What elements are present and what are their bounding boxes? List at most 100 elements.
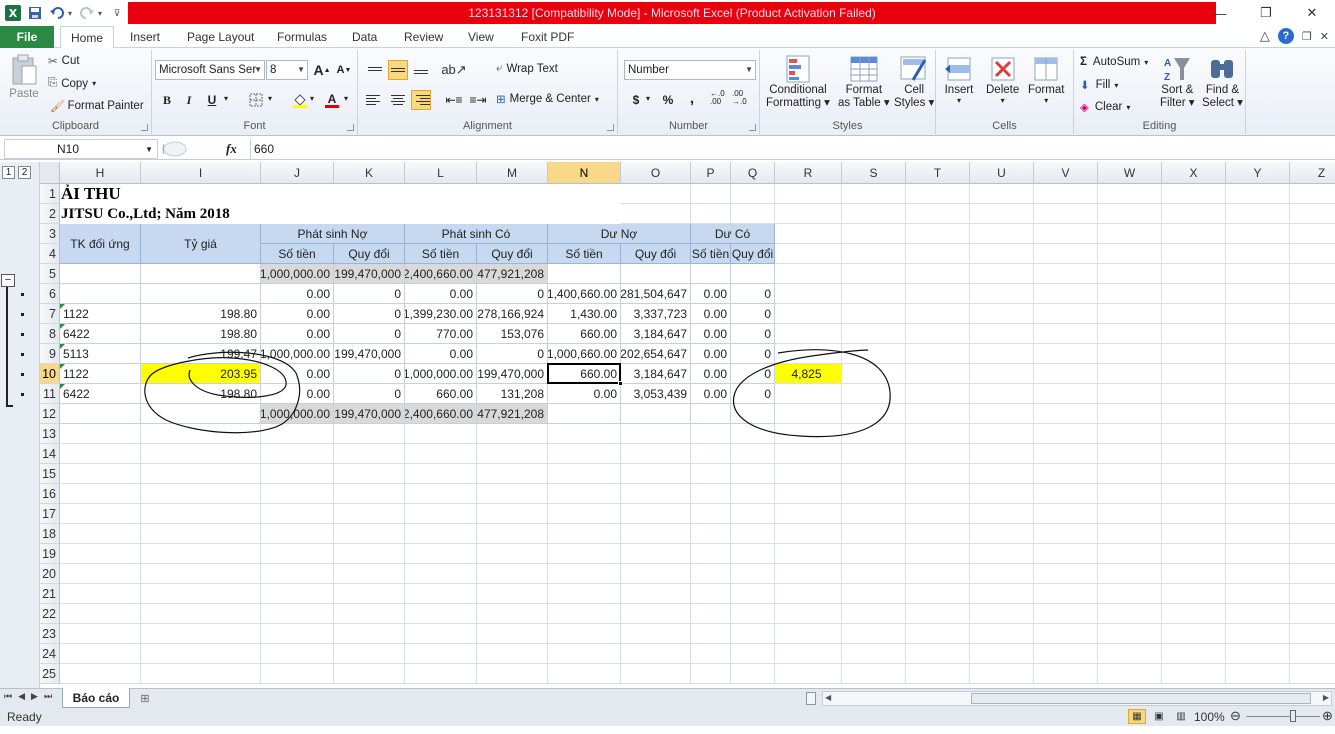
cell-w17[interactable]: [1098, 504, 1162, 524]
cell-r16[interactable]: [775, 484, 842, 504]
scroll-right-icon[interactable]: ▶: [1323, 693, 1329, 702]
conditional-formatting-button[interactable]: Conditional Formatting ▾: [766, 54, 830, 109]
cell-m11[interactable]: 131,208: [477, 384, 548, 404]
tab-data[interactable]: Data: [352, 26, 377, 48]
zoom-in-icon[interactable]: ⊕: [1322, 708, 1333, 724]
cell-r14[interactable]: [775, 444, 842, 464]
cell-i15[interactable]: [141, 464, 261, 484]
cell-x21[interactable]: [1162, 584, 1226, 604]
cell-j23[interactable]: [261, 624, 334, 644]
row-header-13[interactable]: 13: [40, 424, 60, 444]
cell-s11[interactable]: [842, 384, 906, 404]
cell-u22[interactable]: [970, 604, 1034, 624]
cell-x2[interactable]: [1162, 204, 1226, 224]
cell-i20[interactable]: [141, 564, 261, 584]
cell-x7[interactable]: [1162, 304, 1226, 324]
cell-y20[interactable]: [1226, 564, 1290, 584]
column-header-q[interactable]: Q: [731, 162, 775, 184]
cell-i25[interactable]: [141, 664, 261, 684]
cell-r22[interactable]: [775, 604, 842, 624]
cell-v18[interactable]: [1034, 524, 1098, 544]
cell-n19[interactable]: [548, 544, 621, 564]
cell-w11[interactable]: [1098, 384, 1162, 404]
autosum-button[interactable]: Σ AutoSum ▾: [1080, 56, 1148, 68]
cell-o1[interactable]: [621, 184, 691, 204]
cell-y24[interactable]: [1226, 644, 1290, 664]
cell-o9[interactable]: 202,654,647: [621, 344, 691, 364]
cell-t20[interactable]: [906, 564, 970, 584]
cell-l6[interactable]: 0.00: [405, 284, 477, 304]
cell-h13[interactable]: [60, 424, 141, 444]
cell-s22[interactable]: [842, 604, 906, 624]
cell-z6[interactable]: [1290, 284, 1335, 304]
paste-button[interactable]: Paste: [6, 54, 42, 100]
formula-scroll-handle-icon[interactable]: [160, 140, 190, 158]
cell-l8[interactable]: 770.00: [405, 324, 477, 344]
row-header-4[interactable]: 4: [40, 244, 60, 264]
tab-insert[interactable]: Insert: [130, 26, 160, 48]
cell-r5[interactable]: [775, 264, 842, 284]
cut-button[interactable]: ✂ Cut: [48, 54, 80, 68]
cell-y6[interactable]: [1226, 284, 1290, 304]
cell-q13[interactable]: [731, 424, 775, 444]
cell-z16[interactable]: [1290, 484, 1335, 504]
page-break-view-icon[interactable]: ▥: [1172, 709, 1190, 724]
cell-o15[interactable]: [621, 464, 691, 484]
row-header-21[interactable]: 21: [40, 584, 60, 604]
cell-m20[interactable]: [477, 564, 548, 584]
cell-k23[interactable]: [334, 624, 405, 644]
cell-i5[interactable]: [141, 264, 261, 284]
cell-t8[interactable]: [906, 324, 970, 344]
row-header-23[interactable]: 23: [40, 624, 60, 644]
cell-y9[interactable]: [1226, 344, 1290, 364]
cell-q2[interactable]: [731, 204, 775, 224]
cell-i12[interactable]: [141, 404, 261, 424]
cell-t21[interactable]: [906, 584, 970, 604]
cell-u25[interactable]: [970, 664, 1034, 684]
column-header-x[interactable]: X: [1162, 162, 1226, 184]
subheader-so-tien-j[interactable]: Số tiền: [261, 244, 334, 264]
first-sheet-icon[interactable]: ⏮: [4, 691, 12, 702]
cell-p14[interactable]: [691, 444, 731, 464]
cell-v12[interactable]: [1034, 404, 1098, 424]
cell-u16[interactable]: [970, 484, 1034, 504]
cell-l7[interactable]: 1,399,230.00: [405, 304, 477, 324]
cell-z25[interactable]: [1290, 664, 1335, 684]
cell-w4[interactable]: [1098, 244, 1162, 264]
fill-color-dropdown-icon[interactable]: ▾: [310, 94, 314, 103]
cell-w6[interactable]: [1098, 284, 1162, 304]
cell-k5[interactable]: 199,470,000: [334, 264, 405, 284]
cell-x24[interactable]: [1162, 644, 1226, 664]
cell-h10[interactable]: 1122: [60, 364, 141, 384]
column-header-k[interactable]: K: [334, 162, 405, 184]
cell-y21[interactable]: [1226, 584, 1290, 604]
cell-n25[interactable]: [548, 664, 621, 684]
tab-home[interactable]: Home: [60, 26, 114, 49]
cell-j16[interactable]: [261, 484, 334, 504]
cell-y22[interactable]: [1226, 604, 1290, 624]
header-phat-sinh-co[interactable]: Phát sinh Có: [405, 224, 548, 244]
cell-o21[interactable]: [621, 584, 691, 604]
cell-u8[interactable]: [970, 324, 1034, 344]
cell-x16[interactable]: [1162, 484, 1226, 504]
orientation-icon[interactable]: ab↗: [441, 60, 466, 80]
align-middle-icon[interactable]: [388, 60, 408, 80]
cell-h21[interactable]: [60, 584, 141, 604]
percent-button[interactable]: %: [658, 90, 678, 110]
cell-h7[interactable]: 1122: [60, 304, 141, 324]
cell-p2[interactable]: [691, 204, 731, 224]
cell-j14[interactable]: [261, 444, 334, 464]
outline-level-1-button[interactable]: 1: [2, 166, 15, 179]
cell-j19[interactable]: [261, 544, 334, 564]
bold-button[interactable]: B: [157, 90, 177, 110]
cell-m12[interactable]: 477,921,208: [477, 404, 548, 424]
cell-k24[interactable]: [334, 644, 405, 664]
cell-n12[interactable]: [548, 404, 621, 424]
cell-s18[interactable]: [842, 524, 906, 544]
cell-o17[interactable]: [621, 504, 691, 524]
cell-n21[interactable]: [548, 584, 621, 604]
cell-x8[interactable]: [1162, 324, 1226, 344]
cell-l18[interactable]: [405, 524, 477, 544]
next-sheet-icon[interactable]: ▶: [31, 691, 38, 702]
cell-h18[interactable]: [60, 524, 141, 544]
